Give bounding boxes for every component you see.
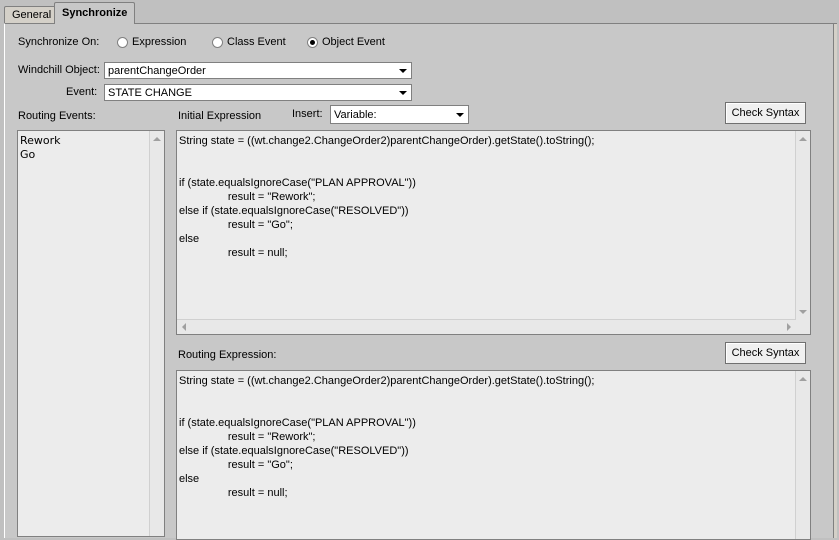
- routing-events-items: Rework Go: [20, 134, 61, 162]
- routing-expression-vscroll[interactable]: [795, 371, 810, 539]
- radio-expression-indicator[interactable]: [117, 36, 128, 48]
- code-line: result = "Rework";: [179, 191, 316, 203]
- initial-expression-code[interactable]: String state = ((wt.change2.ChangeOrder2…: [179, 134, 594, 260]
- routing-events-list[interactable]: Rework Go: [17, 130, 165, 537]
- routing-events-label: Routing Events:: [18, 110, 96, 122]
- chevron-down-icon[interactable]: [399, 69, 407, 73]
- synchronize-on-label: Synchronize On:: [18, 36, 100, 48]
- routing-expression-label: Routing Expression:: [178, 349, 277, 361]
- code-line: String state = ((wt.change2.ChangeOrder2…: [179, 135, 595, 147]
- radio-class-event[interactable]: Class Event: [212, 36, 286, 48]
- radio-object-event-indicator[interactable]: [307, 36, 318, 48]
- event-label: Event:: [66, 86, 98, 98]
- code-line: else: [179, 473, 200, 485]
- code-line: result = null;: [179, 487, 288, 499]
- radio-expression-label: Expression: [132, 36, 187, 48]
- scroll-right-icon[interactable]: [787, 323, 791, 331]
- initial-expression-vscroll[interactable]: [795, 131, 810, 320]
- radio-class-event-label: Class Event: [227, 36, 286, 48]
- code-line: if (state.equalsIgnoreCase("PLAN APPROVA…: [179, 417, 416, 429]
- windchill-object-select[interactable]: parentChangeOrder: [104, 62, 412, 79]
- panel-edge: [833, 24, 837, 538]
- chevron-down-icon[interactable]: [456, 113, 464, 117]
- windchill-object-value: parentChangeOrder: [108, 64, 206, 77]
- initial-expression-editor[interactable]: String state = ((wt.change2.ChangeOrder2…: [176, 130, 811, 335]
- insert-label: Insert:: [292, 108, 323, 120]
- insert-value: Variable:: [334, 108, 377, 121]
- scroll-up-icon[interactable]: [799, 377, 807, 381]
- code-line: result = null;: [179, 247, 288, 259]
- code-line: result = "Rework";: [179, 431, 316, 443]
- insert-select[interactable]: Variable:: [330, 105, 469, 124]
- radio-class-event-indicator[interactable]: [212, 36, 223, 48]
- code-line: if (state.equalsIgnoreCase("PLAN APPROVA…: [179, 177, 416, 189]
- code-line: else if (state.equalsIgnoreCase("RESOLVE…: [179, 445, 409, 457]
- code-line: else: [179, 233, 200, 245]
- radio-expression[interactable]: Expression: [117, 36, 186, 48]
- code-line: result = "Go";: [179, 219, 293, 231]
- code-line: result = "Go";: [179, 459, 293, 471]
- list-item[interactable]: Rework: [20, 134, 61, 148]
- chevron-down-icon[interactable]: [399, 91, 407, 95]
- radio-object-event[interactable]: Object Event: [307, 36, 385, 48]
- list-item[interactable]: Go: [20, 148, 61, 162]
- code-line: String state = ((wt.change2.ChangeOrder2…: [179, 375, 595, 387]
- windchill-object-label: Windchill Object:: [18, 64, 100, 76]
- scroll-up-icon[interactable]: [153, 137, 161, 141]
- event-select[interactable]: STATE CHANGE: [104, 84, 412, 101]
- event-value: STATE CHANGE: [108, 86, 192, 99]
- scroll-down-icon[interactable]: [799, 310, 807, 314]
- tab-synchronize[interactable]: Synchronize: [54, 2, 136, 24]
- initial-expression-label: Initial Expression: [178, 110, 262, 122]
- check-syntax-routing-button[interactable]: Check Syntax: [725, 342, 806, 364]
- scroll-corner: [796, 320, 810, 334]
- initial-expression-hscroll[interactable]: [177, 319, 796, 334]
- routing-expression-code[interactable]: String state = ((wt.change2.ChangeOrder2…: [179, 374, 594, 500]
- routing-expression-editor[interactable]: String state = ((wt.change2.ChangeOrder2…: [176, 370, 811, 540]
- code-line: else if (state.equalsIgnoreCase("RESOLVE…: [179, 205, 409, 217]
- scroll-left-icon[interactable]: [182, 323, 186, 331]
- scroll-up-icon[interactable]: [799, 137, 807, 141]
- tab-general[interactable]: General: [4, 6, 60, 24]
- radio-object-event-label: Object Event: [322, 36, 385, 48]
- check-syntax-initial-button[interactable]: Check Syntax: [725, 102, 806, 124]
- routing-events-scrollbar[interactable]: [149, 131, 164, 536]
